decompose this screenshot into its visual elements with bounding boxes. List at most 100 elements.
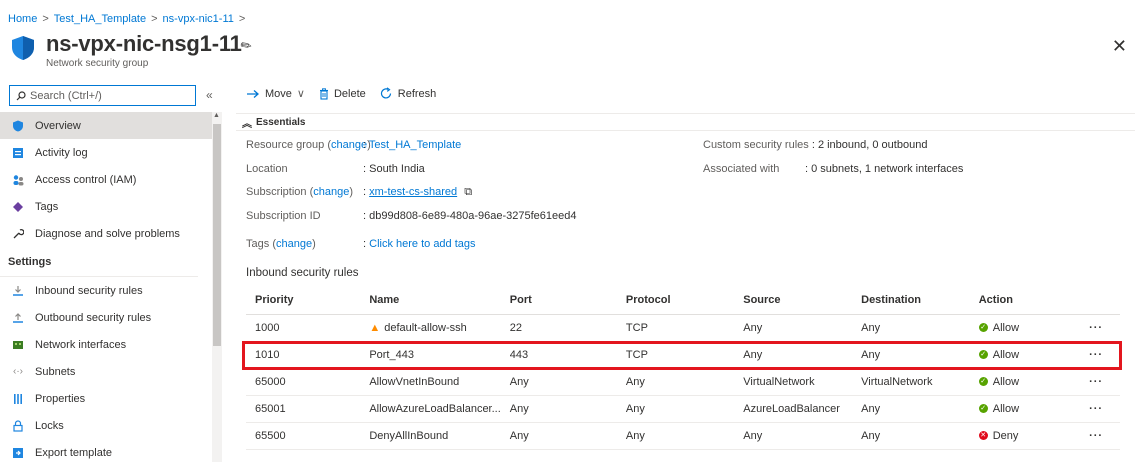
sidebar-item-label: Activity log	[35, 146, 88, 159]
action-label: Allow	[992, 375, 1020, 388]
cell-protocol: Any	[616, 395, 735, 423]
warning-icon: ▲	[369, 321, 381, 334]
chevron-down-icon: ∨	[296, 88, 305, 100]
sidebar-item-outbound-rules[interactable]: Outbound security rules	[0, 304, 212, 331]
cell-destination: Any	[852, 341, 970, 369]
resource-group-link[interactable]: Test_HA_Template	[369, 139, 461, 151]
sidebar-item-label: Subnets	[35, 365, 76, 378]
essentials-header: Essentials	[256, 116, 306, 128]
action-label: Allow	[992, 348, 1020, 361]
column-header-name[interactable]: Name	[360, 287, 501, 315]
subnet-icon: ‹·›	[13, 366, 23, 377]
check-icon: ✓	[978, 323, 988, 333]
breadcrumb-separator: >	[42, 13, 49, 25]
sidebar-item-diagnose[interactable]: Diagnose and solve problems	[0, 220, 212, 247]
move-button[interactable]: Move ∨	[246, 87, 305, 100]
sidebar-item-export-template[interactable]: Export template	[0, 439, 212, 462]
column-header-action[interactable]: Action	[969, 287, 1081, 315]
sidebar-item-network-interfaces[interactable]: Network interfaces	[0, 331, 212, 358]
add-tags-link[interactable]: Click here to add tags	[369, 238, 475, 250]
table-row[interactable]: 1010 Port_443 443 TCP Any Any ✓ Allow ···	[246, 341, 1120, 369]
sidebar-item-tags[interactable]: Tags	[0, 193, 212, 220]
subscription-link[interactable]: xm-test-cs-shared	[369, 186, 457, 198]
cell-protocol: Any	[616, 368, 735, 396]
sidebar: Overview Activity log Access control (IA…	[0, 112, 212, 462]
collapse-sidebar-icon[interactable]: «	[206, 88, 213, 102]
column-header-priority[interactable]: Priority	[246, 287, 361, 315]
cell-port: Any	[500, 368, 617, 396]
resource-group-change-link[interactable]: change	[331, 139, 367, 151]
table-row[interactable]: 1000 ▲ default-allow-ssh 22 TCP Any Any ✓…	[246, 314, 1120, 342]
table-row[interactable]: 65000 AllowVnetInBound Any Any VirtualNe…	[246, 368, 1120, 396]
search-input[interactable]: Search (Ctrl+/)	[9, 85, 196, 106]
tag-icon	[11, 200, 25, 214]
subscription-change-link[interactable]: change	[313, 186, 349, 198]
essentials-resource-group: Resource group (change)	[246, 139, 371, 151]
page-header: ns-vpx-nic-nsg1-11 Network security grou…	[10, 31, 242, 69]
column-header-destination[interactable]: Destination	[852, 287, 970, 315]
more-options-icon[interactable]: ···	[1080, 422, 1120, 450]
subscription-id-value: : db99d808-6e89-480a-96ae-3275fe61eed4	[363, 210, 577, 222]
outbound-icon	[11, 311, 25, 325]
location-label: Location	[246, 163, 288, 175]
log-icon	[11, 146, 25, 160]
refresh-button[interactable]: Refresh	[380, 87, 436, 100]
sidebar-item-label: Network interfaces	[35, 338, 127, 351]
cell-protocol: TCP	[616, 314, 735, 342]
sidebar-scroll-thumb[interactable]	[213, 124, 221, 346]
sidebar-section-settings: Settings	[0, 247, 198, 277]
cell-action: ✕ Deny	[969, 422, 1081, 450]
sidebar-item-label: Outbound security rules	[35, 311, 152, 324]
command-bar: Move ∨ Delete Refresh	[246, 87, 450, 100]
cell-source: Any	[734, 341, 853, 369]
delete-button[interactable]: Delete	[319, 88, 366, 100]
move-label: Move	[265, 87, 292, 100]
cell-port: Any	[500, 422, 617, 450]
breadcrumb-nic[interactable]: ns-vpx-nic1-11	[163, 13, 234, 25]
properties-icon	[11, 392, 25, 406]
cell-action: ✓ Allow	[969, 341, 1081, 369]
breadcrumb-home[interactable]: Home	[8, 13, 37, 25]
table-row[interactable]: 65001 AllowAzureLoadBalancer... Any Any …	[246, 395, 1120, 423]
lock-icon	[11, 419, 25, 433]
scroll-up-icon[interactable]: ▲	[213, 112, 220, 119]
resource-group-label: Resource group	[246, 139, 325, 151]
sidebar-item-inbound-rules[interactable]: Inbound security rules	[0, 277, 212, 304]
column-header-source[interactable]: Source	[734, 287, 853, 315]
more-options-icon[interactable]: ···	[1080, 368, 1120, 396]
essentials-custom-rules: Custom security rules : 2 inbound, 0 out…	[703, 139, 927, 151]
sidebar-item-properties[interactable]: Properties	[0, 385, 212, 412]
sidebar-item-label: Export template	[35, 446, 113, 459]
cell-priority: 1000	[246, 314, 361, 342]
breadcrumb-resource-group[interactable]: Test_HA_Template	[54, 13, 146, 25]
essentials-subscription: Subscription (change)	[246, 186, 354, 198]
breadcrumb-separator: >	[238, 13, 246, 25]
tags-change-link[interactable]: change	[276, 238, 312, 250]
copy-icon[interactable]: ⧉	[464, 186, 472, 198]
table-row[interactable]: 65500 DenyAllInBound Any Any Any Any ✕ De…	[246, 422, 1120, 450]
sidebar-item-locks[interactable]: Locks	[0, 412, 212, 439]
sidebar-item-overview[interactable]: Overview	[0, 112, 212, 139]
action-label: Allow	[992, 402, 1020, 415]
essentials-resource-group-value: : Test_HA_Template	[363, 139, 462, 151]
more-options-icon[interactable]: ···	[1080, 395, 1120, 423]
column-header-port[interactable]: Port	[500, 287, 617, 315]
sidebar-item-access-control[interactable]: Access control (IAM)	[0, 166, 212, 193]
search-icon	[16, 90, 26, 100]
associated-value: : 0 subnets, 1 network interfaces	[805, 163, 964, 175]
cell-priority: 65000	[246, 368, 361, 396]
wrench-icon	[11, 227, 25, 241]
cell-port: Any	[500, 395, 617, 423]
sidebar-item-subnets[interactable]: ‹·› Subnets	[0, 358, 212, 385]
more-options-icon[interactable]: ···	[1080, 314, 1120, 342]
essentials-toggle[interactable]: ︽ Essentials	[236, 113, 1135, 131]
close-icon[interactable]: ✕	[1112, 36, 1127, 57]
more-options-icon[interactable]: ···	[1080, 341, 1120, 369]
cell-port: 22	[500, 314, 617, 342]
sidebar-item-activity-log[interactable]: Activity log	[0, 139, 212, 166]
sidebar-item-label: Access control (IAM)	[35, 173, 137, 186]
deny-icon: ✕	[978, 431, 988, 441]
sidebar-item-label: Overview	[35, 119, 81, 132]
cell-protocol: TCP	[616, 341, 735, 369]
column-header-protocol[interactable]: Protocol	[616, 287, 735, 315]
